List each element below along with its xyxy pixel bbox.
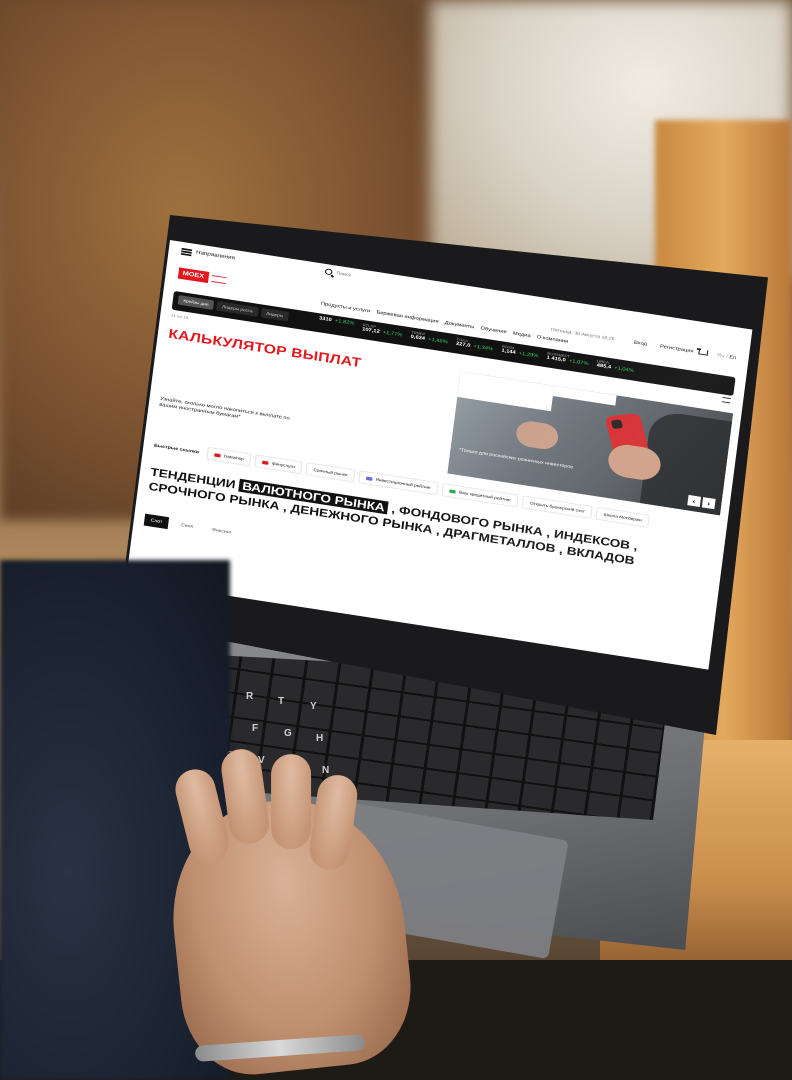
quick-link-credit-rating[interactable]: Ваш кредитный рейтинг [441,483,520,508]
quick-link-open-account[interactable]: Открыть брокерский счет [521,495,594,519]
ticker-value: 0,624 [410,334,426,342]
logo-lines-icon [210,274,227,284]
lang-en[interactable]: En [729,355,737,361]
photo-scene: Q W E R T Y A S D F G H Z X C V B N Нап [0,0,792,1080]
quick-link-investment-rating[interactable]: Инвестиционный рейтинг [358,470,440,496]
ticker-value: 227,0 [455,341,471,349]
search-input[interactable] [336,270,400,286]
chip-icon [449,488,457,494]
ticker-tab[interactable]: Лидеры [260,307,289,322]
ticker-item[interactable]: RUSSNEFT 1 415,0 +1,07% [546,351,589,367]
hero-subtitle: Узнайте, сколько могло накопиться к выпл… [158,396,291,422]
chip-icon [214,452,222,458]
quick-link-label: Инвестиционный рейтинг [375,477,432,490]
carousel-next-button[interactable]: › [701,497,716,510]
ticker-change: +1,82% [334,318,355,327]
ticker-tab[interactable]: Лидеры роста [216,301,259,317]
ticker-item[interactable]: 3310 +1,82% [318,316,355,331]
hamburger-menu-icon[interactable] [180,247,193,257]
nav-item-media[interactable]: Медиа [513,331,531,339]
directions-menu-label[interactable]: Направления [196,250,236,261]
language-switcher[interactable]: Ru / En [717,353,737,361]
nav-item-documents[interactable]: Документы [444,320,474,330]
key-label: F [252,723,259,734]
search-bar[interactable] [324,268,400,286]
ticker-tab[interactable]: Крейзы дня [177,295,215,310]
banner-cutout [552,385,617,406]
menu-lines-icon[interactable] [721,396,731,404]
quick-link-finuslugi[interactable]: Финуслуги [254,454,303,475]
tab-fixing[interactable]: Фиксинг [205,523,238,540]
login-link[interactable]: Вход [634,340,648,347]
finger [271,754,312,850]
key-label: H [316,733,324,744]
carousel-prev-button[interactable]: ‹ [687,494,702,508]
logo-text: MOEX [177,267,209,284]
nav-item-products[interactable]: Продукты и услуги [321,301,371,314]
quick-link-label: Школа Мосбиржи [603,512,643,523]
search-icon [324,268,333,276]
tab-swap[interactable]: Своп [174,518,200,534]
quick-link-label: Datashop [223,453,245,462]
chip-icon [262,460,270,465]
ticker-item[interactable]: URKA 485,4 +1,04% [596,359,634,374]
ticker-value: 1,144 [500,348,516,356]
key-label: R [246,691,254,702]
ticker-item[interactable]: RTLKP 107,12 +1,77% [362,323,403,339]
quick-link-label: Ваш кредитный рейтинг [458,489,512,503]
quick-link-derivatives[interactable]: Срочный рынок [305,462,356,483]
key-label: Y [310,701,317,712]
quick-link-label: Финуслуги [271,461,296,469]
nav-item-exchange-info[interactable]: Биржевая информация [376,310,439,325]
moex-logo[interactable]: MOEX [177,267,227,285]
nav-item-education[interactable]: Обучение [480,326,507,335]
cart-icon[interactable] [698,349,709,356]
tab-spot[interactable]: Спот [143,513,170,530]
ticker-tabs: Крейзы дня Лидеры роста Лидеры [177,295,289,322]
quick-links-title: Быстрые ссылки [153,442,200,455]
quick-link-datashop[interactable]: Datashop [206,446,253,467]
register-link[interactable]: Регистрация [660,344,694,354]
ticker-item[interactable]: ROSN 1,144 +1,29% [501,344,539,359]
key-label: T [278,696,285,707]
hand-with-pen [514,419,560,452]
quick-link-label: Открыть брокерский счет [529,500,586,514]
ticker-value: 485,4 [596,362,612,371]
quick-link-label: Срочный рынок [313,467,348,478]
screen-holder: Направления MOEX Пятница, 30 Августа 16:… [126,240,753,670]
key-label: G [284,728,292,739]
hero-caption: *Только для российских розничных инвесто… [458,447,574,471]
banner-cutout [457,371,555,412]
ticker-item[interactable]: TGKA 227,0 +1,34% [456,337,494,352]
key-label: N [322,765,330,776]
nav-item-about[interactable]: О компании [536,335,568,345]
ticker-value: 3310 [318,315,333,323]
trend-tabs: Спот Своп Фиксинг [143,513,239,540]
ticker-item[interactable]: TRNFP 0,624 +1,49% [410,330,448,345]
slide-counter: 11 из 13 [170,313,189,320]
quick-link-school[interactable]: Школа Мосбиржи [595,506,650,528]
chip-icon [366,476,373,481]
top-bar: Направления [167,240,752,350]
